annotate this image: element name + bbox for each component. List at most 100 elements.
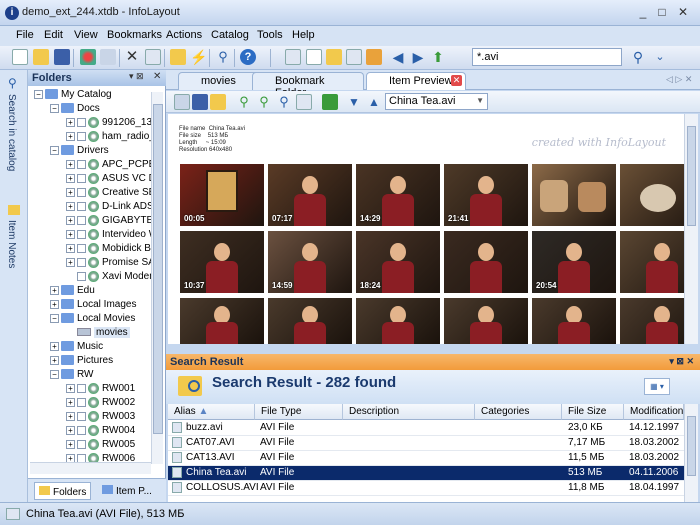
tree-scrollbar[interactable] bbox=[151, 92, 163, 464]
video-thumbnail[interactable] bbox=[532, 298, 616, 344]
tree-item[interactable]: + Intervideo W bbox=[66, 228, 158, 242]
expander-icon[interactable]: + bbox=[66, 173, 75, 183]
checkbox-icon[interactable] bbox=[77, 383, 86, 393]
video-thumbnail[interactable] bbox=[532, 164, 616, 226]
search-options-icon[interactable]: ⌄ bbox=[652, 49, 668, 65]
expander-icon[interactable]: − bbox=[50, 313, 59, 323]
video-thumbnail[interactable]: 07:17 bbox=[268, 164, 352, 226]
up-icon[interactable]: ⬆ bbox=[430, 49, 446, 65]
tab-nav-icon[interactable]: ◁ ▷ ✕ bbox=[666, 74, 692, 85]
list-icon[interactable] bbox=[346, 49, 362, 65]
video-thumbnail[interactable] bbox=[356, 298, 440, 344]
checkbox-icon[interactable] bbox=[77, 243, 86, 253]
menu-help[interactable]: Help bbox=[292, 29, 315, 41]
expander-icon[interactable]: + bbox=[66, 383, 75, 393]
tree-item[interactable]: movies bbox=[66, 326, 130, 340]
view-mode-icon[interactable]: ▦ ▾ bbox=[644, 378, 670, 395]
prev-item-icon[interactable]: ▲ bbox=[366, 94, 382, 110]
tree-item[interactable]: + Creative SB bbox=[66, 186, 155, 200]
table-row[interactable]: CAT13.AVI AVI File 11,5 МБ 18.03.2002 bbox=[168, 451, 684, 466]
expander-icon[interactable]: + bbox=[66, 159, 75, 169]
checkbox-icon[interactable] bbox=[77, 439, 86, 449]
tree-item[interactable]: + APC_PCPE bbox=[66, 158, 155, 172]
checkbox-icon[interactable] bbox=[77, 201, 86, 211]
copy-icon[interactable] bbox=[174, 94, 190, 110]
video-thumbnail[interactable]: 14:59 bbox=[268, 231, 352, 293]
lightning-icon[interactable]: ⚡ bbox=[190, 49, 207, 65]
expander-icon[interactable]: + bbox=[66, 187, 75, 197]
video-thumbnail[interactable]: 18:24 bbox=[356, 231, 440, 293]
tab-bookmark-folder[interactable]: Bookmark Folder bbox=[252, 72, 364, 99]
checkbox-icon[interactable] bbox=[77, 215, 86, 225]
video-thumbnail[interactable]: 20:54 bbox=[532, 231, 616, 293]
tree-item[interactable]: + Edu bbox=[50, 284, 95, 298]
expander-icon[interactable]: − bbox=[50, 103, 59, 113]
table-row[interactable]: COLLOSUS.AVI AVI File 11,8 МБ 18.04.1997 bbox=[168, 481, 684, 496]
tree-item[interactable]: + RW002 bbox=[66, 396, 135, 410]
view-icon[interactable] bbox=[285, 49, 301, 65]
maximize-button[interactable]: □ bbox=[653, 4, 671, 21]
save-preview-icon[interactable] bbox=[192, 94, 208, 110]
tab-movies[interactable]: movies bbox=[178, 72, 260, 90]
expander-icon[interactable]: + bbox=[66, 397, 75, 407]
table-row[interactable]: China Tea.avi AVI File 513 МБ 04.11.2006 bbox=[168, 466, 684, 481]
tree-item[interactable]: − Local Movies bbox=[50, 312, 135, 326]
tag-icon[interactable] bbox=[366, 49, 382, 65]
expander-icon[interactable]: − bbox=[50, 369, 59, 379]
tree-item[interactable]: − RW bbox=[50, 368, 93, 382]
checkbox-icon[interactable] bbox=[77, 257, 86, 267]
checkbox-icon[interactable] bbox=[77, 229, 86, 239]
expander-icon[interactable]: + bbox=[66, 425, 75, 435]
tree-item[interactable]: + RW005 bbox=[66, 438, 135, 452]
help-icon[interactable]: ? bbox=[240, 49, 256, 65]
video-thumbnail[interactable]: 14:29 bbox=[356, 164, 440, 226]
menu-file[interactable]: File bbox=[16, 29, 34, 41]
delete-icon[interactable]: ✕ bbox=[124, 49, 140, 65]
tree-item[interactable]: + D-Link ADSL bbox=[66, 200, 159, 214]
expander-icon[interactable]: + bbox=[50, 341, 59, 351]
expander-icon[interactable]: + bbox=[66, 131, 75, 141]
tree-item[interactable]: + ham_radio_ bbox=[66, 130, 155, 144]
checkbox-icon[interactable] bbox=[77, 271, 86, 281]
note-icon[interactable] bbox=[326, 49, 342, 65]
expander-icon[interactable]: + bbox=[66, 201, 75, 211]
tree-item[interactable]: +991206_13z bbox=[66, 116, 157, 130]
expander-icon[interactable]: + bbox=[66, 439, 75, 449]
page-icon[interactable] bbox=[306, 49, 322, 65]
expander-icon[interactable]: + bbox=[50, 285, 59, 295]
menu-catalog[interactable]: Catalog bbox=[211, 29, 249, 41]
video-thumbnail[interactable] bbox=[620, 164, 684, 226]
open-icon[interactable] bbox=[33, 49, 49, 65]
video-thumbnail[interactable] bbox=[620, 298, 684, 344]
expander-icon[interactable]: − bbox=[50, 145, 59, 155]
col-categories[interactable]: Categories bbox=[475, 404, 562, 420]
close-tab-icon[interactable]: ✕ bbox=[451, 75, 462, 86]
search-catalog-icon[interactable]: ⚲ bbox=[8, 76, 21, 90]
actual-size-icon[interactable] bbox=[296, 94, 312, 110]
col-file-type[interactable]: File Type bbox=[255, 404, 343, 420]
video-thumbnail[interactable]: 00:05 bbox=[180, 164, 264, 226]
video-thumbnail[interactable] bbox=[444, 298, 528, 344]
expander-icon[interactable]: + bbox=[66, 117, 75, 127]
forward-icon[interactable]: ▶ bbox=[410, 49, 426, 65]
checkbox-icon[interactable] bbox=[77, 117, 86, 127]
checkbox-icon[interactable] bbox=[77, 425, 86, 435]
menu-bookmarks[interactable]: Bookmarks bbox=[107, 29, 162, 41]
expander-icon[interactable]: + bbox=[50, 299, 59, 309]
minimize-button[interactable]: _ bbox=[634, 4, 652, 21]
expander-icon[interactable]: + bbox=[50, 355, 59, 365]
next-item-icon[interactable]: ▼ bbox=[346, 94, 362, 110]
video-thumbnail[interactable] bbox=[620, 231, 684, 293]
tab-folders[interactable]: Folders bbox=[34, 482, 92, 500]
properties-icon[interactable] bbox=[145, 49, 161, 65]
find-icon[interactable]: ⚲ bbox=[215, 49, 231, 65]
checkbox-icon[interactable] bbox=[77, 397, 86, 407]
search-input[interactable]: *.avi bbox=[472, 48, 622, 66]
tree-item[interactable]: − Docs bbox=[50, 102, 100, 116]
save-icon[interactable] bbox=[54, 49, 70, 65]
col-modification[interactable]: Modification bbox=[624, 404, 684, 420]
close-panel-icon[interactable]: ✕ bbox=[153, 71, 161, 82]
video-thumbnail[interactable]: 10:37 bbox=[180, 231, 264, 293]
tree-item[interactable]: − Drivers bbox=[50, 144, 109, 158]
menu-actions[interactable]: Actions bbox=[166, 29, 202, 41]
